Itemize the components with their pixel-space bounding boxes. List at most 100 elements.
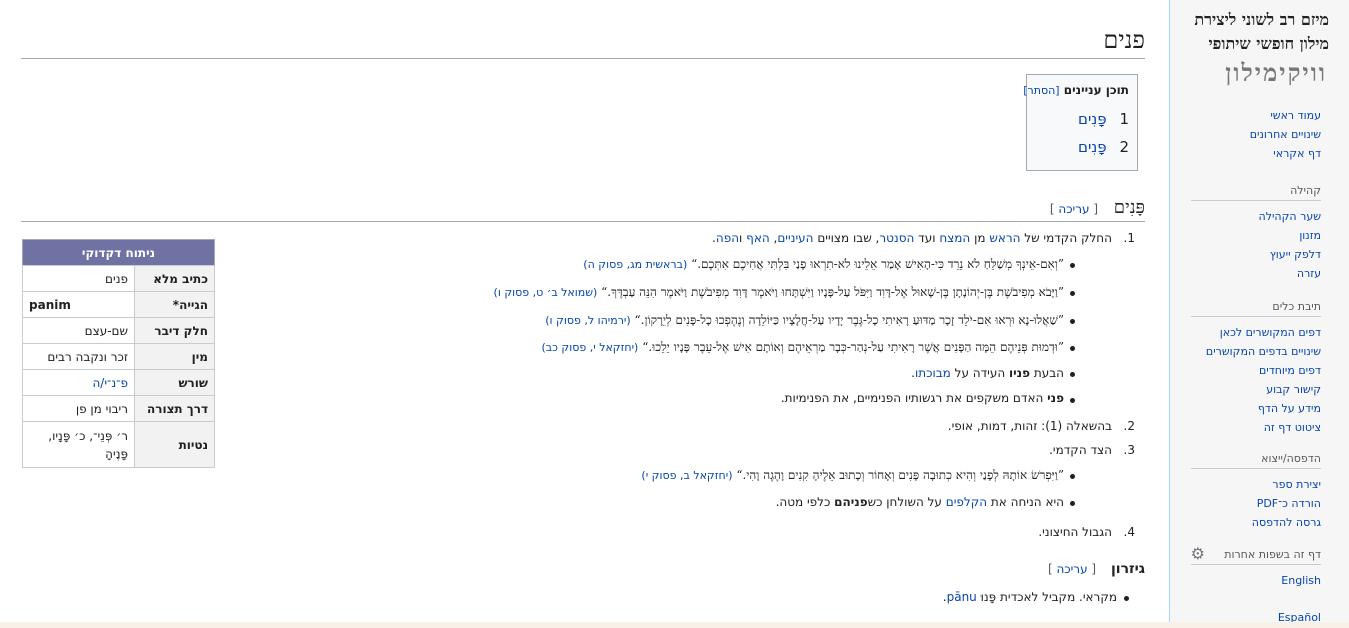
toc-item-label[interactable]: פָּנִים: [1078, 110, 1107, 128]
infobox-key: שורש: [134, 369, 215, 396]
tool-related-changes[interactable]: שינויים בדפים המקושרים: [1181, 342, 1321, 361]
quote-source-link[interactable]: (שמואל ב׳ ט, פסוק ו): [494, 286, 598, 299]
infobox-row: דרך תצורה ריבוי מן פן: [22, 395, 215, 422]
infobox-key[interactable]: הגייה*: [134, 291, 215, 318]
nav-portal: עמוד ראשי שינויים אחרונים דף אקראי: [1181, 106, 1321, 163]
print-portal: הדפסה/ייצוא יצירת ספר הורדה כ־PDF גרסה ל…: [1181, 452, 1321, 532]
toc-item-label[interactable]: פָּנִים: [1078, 138, 1107, 156]
infobox-row: כתיב מלא פנים: [22, 265, 215, 292]
nav-main-page[interactable]: עמוד ראשי: [1181, 106, 1321, 125]
print-download-pdf[interactable]: הורדה כ־PDF: [1181, 494, 1321, 513]
bullet: [1070, 372, 1075, 377]
infobox-key: מין: [134, 343, 215, 370]
page-title: פנים: [21, 22, 1145, 59]
infobox-caption: ניתוח דקדוקי: [22, 239, 215, 266]
link-forehead[interactable]: המצח: [939, 231, 970, 245]
link-nose[interactable]: האף: [746, 231, 770, 245]
quote-source-link[interactable]: (יחזקאל ב, פסוק י): [641, 469, 732, 482]
infobox-value: שם-עצם: [22, 317, 135, 344]
definition-number: 3.: [1123, 443, 1135, 457]
infobox-row: מין זכר ונקבה רבים: [22, 343, 215, 370]
tool-permanent-link[interactable]: קישור קבוע: [1181, 380, 1321, 399]
logo-tagline-2: מילון חופשי שיתופי: [1208, 34, 1329, 53]
languages-portal: דף זה בשפות אחרות English Español: [1181, 548, 1321, 627]
infobox-row: שורש פ־נ־י/ה: [22, 369, 215, 396]
quote-item: ”וְאִם-אֵינְךָ מְשַׁלֵּחַ לֹא נֵרֵד כִּי…: [583, 257, 1064, 271]
bottom-bar: [0, 622, 1349, 628]
definition-text: החלק הקדמי של הראש מן המצח ועד הסנטר, שב…: [712, 231, 1112, 245]
quote-source-link[interactable]: (ירמיהו ל, פסוק ו): [545, 314, 630, 327]
quote-source-link[interactable]: (בראשית מג, פסוק ה): [583, 258, 687, 271]
edit-link[interactable]: עריכה: [1056, 562, 1087, 576]
toc-item[interactable]: 1 פָּנִים: [1035, 105, 1129, 133]
tool-what-links-here[interactable]: דפים המקושרים לכאן: [1181, 323, 1321, 342]
bullet: [1070, 319, 1075, 324]
nav-community-portal[interactable]: שער הקהילה: [1181, 207, 1321, 226]
definition-number: 4.: [1123, 525, 1135, 539]
bullet: [1070, 474, 1075, 479]
infobox-key: חלק דיבר: [134, 317, 215, 344]
bullet: [1070, 501, 1075, 506]
bullet: [1070, 346, 1075, 351]
infobox-row: נטיות ר׳ פְּנֵי־, כ׳ פָּנָיו, פָּנֶיהָ: [22, 421, 215, 468]
example-link[interactable]: מבוכתו: [915, 366, 951, 380]
definition-text: בהשאלה (1): זהות, דמות, אופי.: [947, 419, 1112, 433]
toc-item[interactable]: 2 פָּנִים: [1035, 133, 1129, 161]
definition-text: הגבול החיצוני.: [1038, 525, 1112, 539]
infobox-value-link[interactable]: פ־נ־י/ה: [22, 369, 135, 396]
etymology-heading-text: גיזרון: [1110, 561, 1145, 577]
etymology-text: מקראי. מקביל לאכדית פָּנוּ pānu.: [942, 590, 1117, 604]
link-head[interactable]: הראש: [989, 231, 1020, 245]
quote-source-link[interactable]: (יחזקאל י, פסוק כב): [541, 341, 638, 354]
sidebar: מיזם רב לשוני ליצירת מילון חופשי שיתופי …: [1171, 0, 1349, 628]
toc-title-text: תוכן עניינים: [1063, 83, 1129, 97]
bullet: [1070, 398, 1075, 403]
community-portal: קהילה שער הקהילה מזנון דלפק ייעוץ עזרה: [1181, 184, 1321, 283]
etymology-heading: גיזרון [ עריכה ]: [1048, 559, 1145, 579]
external-link[interactable]: pānu: [947, 590, 977, 604]
nav-help-desk[interactable]: דלפק ייעוץ: [1181, 245, 1321, 264]
languages-title: דף זה בשפות אחרות: [1191, 548, 1321, 565]
toc-item-number: 1: [1119, 110, 1129, 128]
toc-item-number: 2: [1119, 138, 1129, 156]
bullet: [1070, 291, 1075, 296]
edit-section: [ עריכה ]: [1049, 202, 1099, 216]
print-printable-version[interactable]: גרסה להדפסה: [1181, 513, 1321, 532]
tools-portal: תיבת כלים דפים המקושרים לכאן שינויים בדפ…: [1181, 300, 1321, 437]
link-mouth[interactable]: הפה: [716, 231, 739, 245]
infobox-value: ר׳ פְּנֵי־, כ׳ פָּנָיו, פָּנֶיהָ: [22, 421, 135, 468]
nav-help[interactable]: עזרה: [1181, 264, 1321, 283]
infobox-value: ריבוי מן פן: [22, 395, 135, 422]
infobox-key: כתיב מלא: [134, 265, 215, 292]
section-heading-text: פָּנִים: [1113, 197, 1145, 218]
grammar-infobox: ניתוח דקדוקי כתיב מלא פנים הגייה* panim חל…: [22, 239, 215, 468]
infobox-key: דרך תצורה: [134, 395, 215, 422]
infobox-row: חלק דיבר שם-עצם: [22, 317, 215, 344]
lang-english[interactable]: English: [1181, 571, 1321, 590]
infobox-value: זכר ונקבה רבים: [22, 343, 135, 370]
tool-page-info[interactable]: מידע על הדף: [1181, 399, 1321, 418]
example-link[interactable]: הקלפים: [946, 495, 987, 509]
nav-recent-changes[interactable]: שינויים אחרונים: [1181, 125, 1321, 144]
nav-random-page[interactable]: דף אקראי: [1181, 144, 1321, 163]
link-eyes[interactable]: העיניים: [777, 231, 813, 245]
toc-hide-link[interactable]: [הסתר]: [1023, 84, 1059, 97]
tool-cite-page[interactable]: ציטוט דף זה: [1181, 418, 1321, 437]
edit-link[interactable]: עריכה: [1058, 202, 1089, 216]
quote-item: ”וַיָּבֹא מְפִיבֹשֶׁת בֶּן-יְהוֹנָתָן בֶ…: [493, 285, 1064, 299]
content-area: פנים תוכן עניינים [הסתר] 1 פָּנִים 2 פָּ…: [0, 0, 1170, 628]
infobox-row: הגייה* panim: [22, 291, 215, 318]
tool-special-pages[interactable]: דפים מיוחדים: [1181, 361, 1321, 380]
community-title: קהילה: [1191, 184, 1321, 201]
table-of-contents: תוכן עניינים [הסתר] 1 פָּנִים 2 פָּנִים: [1023, 74, 1138, 171]
definition-number: 1.: [1123, 231, 1135, 245]
infobox-key: נטיות: [134, 421, 215, 468]
nav-village-pump[interactable]: מזנון: [1181, 226, 1321, 245]
bullet: [1124, 596, 1129, 601]
definition-number: 2.: [1123, 419, 1135, 433]
link-chin[interactable]: הסנטר: [879, 231, 914, 245]
print-create-book[interactable]: יצירת ספר: [1181, 475, 1321, 494]
site-logo[interactable]: וויקימילון: [1225, 58, 1327, 88]
quote-item: ”שַׁאֲלוּ-נָא וּרְאוּ אִם-יֹלֵד זָכָר מַ…: [545, 313, 1064, 327]
example-item: היא הניחה את הקלפים על השולחן כשפניהם כל…: [775, 495, 1064, 509]
